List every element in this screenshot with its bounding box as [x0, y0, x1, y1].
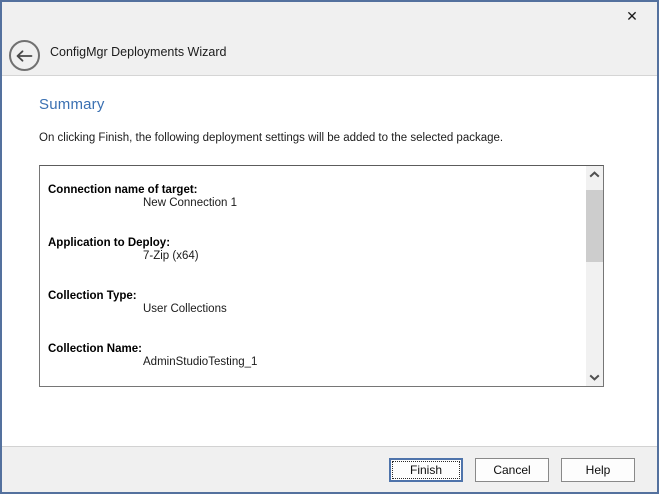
- summary-item-label: Connection name of target:: [48, 184, 586, 197]
- help-button[interactable]: Help: [561, 458, 635, 482]
- summary-item-value: AdminStudioTesting_1: [48, 356, 586, 369]
- close-icon: ✕: [626, 8, 638, 25]
- summary-panel: Connection name of target: New Connectio…: [39, 165, 604, 387]
- summary-item-label: Collection Name:: [48, 343, 586, 356]
- page-description: On clicking Finish, the following deploy…: [39, 132, 503, 144]
- summary-item-label: Application to Deploy:: [48, 237, 586, 250]
- summary-item: Collection Type: User Collections: [48, 290, 586, 316]
- close-button[interactable]: ✕: [617, 4, 647, 28]
- cancel-button[interactable]: Cancel: [475, 458, 549, 482]
- chevron-up-icon: [589, 171, 600, 178]
- wizard-title: ConfigMgr Deployments Wizard: [50, 28, 226, 75]
- scroll-up-button[interactable]: [586, 166, 603, 183]
- summary-item: Application to Deploy: 7-Zip (x64): [48, 237, 586, 263]
- summary-item-value: 7-Zip (x64): [48, 250, 586, 263]
- summary-item-value: User Collections: [48, 303, 586, 316]
- scrollbar-thumb[interactable]: [586, 190, 603, 262]
- wizard-header: ConfigMgr Deployments Wizard: [2, 28, 657, 76]
- summary-item-value: New Connection 1: [48, 197, 586, 210]
- back-arrow-icon: [16, 50, 33, 62]
- vertical-scrollbar[interactable]: [586, 166, 603, 386]
- summary-item-label: Collection Type:: [48, 290, 586, 303]
- chevron-down-icon: [589, 374, 600, 381]
- summary-item: Connection name of target: New Connectio…: [48, 184, 586, 210]
- finish-button[interactable]: Finish: [389, 458, 463, 482]
- summary-item: Collection Name: AdminStudioTesting_1: [48, 343, 586, 369]
- back-button[interactable]: [9, 40, 40, 71]
- wizard-window: ✕ ConfigMgr Deployments Wizard Summary O…: [0, 0, 659, 494]
- summary-text: Connection name of target: New Connectio…: [40, 166, 586, 386]
- page-title: Summary: [39, 96, 105, 113]
- titlebar: ✕: [2, 2, 657, 28]
- footer-bar: Finish Cancel Help: [2, 446, 657, 492]
- scroll-down-button[interactable]: [586, 369, 603, 386]
